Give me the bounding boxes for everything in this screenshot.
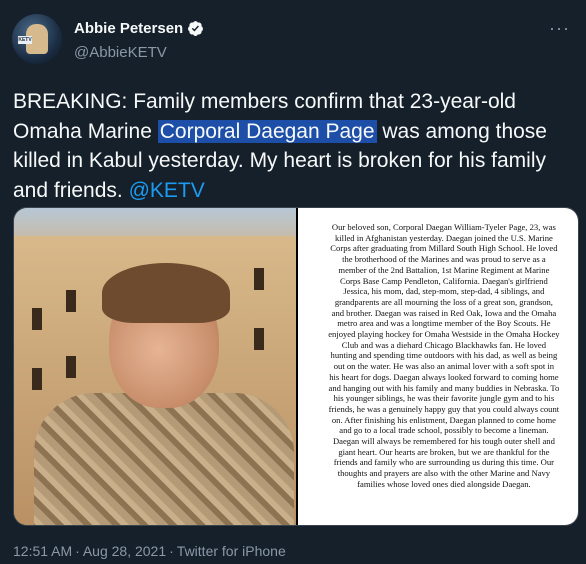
tweet-meta: 12:51 AM · Aug 28, 2021 · Twitter for iPhone (13, 543, 286, 559)
mention-link[interactable]: @KETV (129, 179, 205, 202)
photo-window (32, 308, 42, 330)
tweet-source[interactable]: Twitter for iPhone (177, 543, 286, 559)
more-dots-icon[interactable]: ··· (549, 18, 570, 39)
photo-window (66, 356, 76, 378)
photo-window (32, 368, 42, 390)
photo-hair (102, 263, 230, 323)
photo-uniform (34, 393, 294, 525)
highlighted-text: Corporal Daegan Page (157, 119, 377, 143)
author-handle[interactable]: @AbbieKETV (74, 44, 167, 61)
author-name-row: Abbie Petersen (74, 20, 204, 37)
tweet-text: BREAKING: Family members confirm that 23… (13, 87, 578, 205)
media-grid: Our beloved son, Corporal Daegan William… (13, 207, 579, 526)
tweet-date[interactable]: Aug 28, 2021 (83, 543, 166, 559)
meta-separator: · (169, 543, 174, 559)
verified-badge-icon (188, 21, 204, 36)
marine-photo[interactable] (14, 208, 296, 525)
photo-window (254, 268, 264, 290)
tweet-header: KETV Abbie Petersen @AbbieKETV ··· (12, 14, 574, 68)
photo-window (254, 328, 264, 350)
tweet-time[interactable]: 12:51 AM (13, 543, 72, 559)
statement-text: Our beloved son, Corporal Daegan William… (328, 222, 560, 489)
family-statement-image[interactable]: Our beloved son, Corporal Daegan William… (297, 208, 578, 525)
avatar-logo: KETV (18, 36, 32, 44)
photo-window (66, 290, 76, 312)
meta-separator: · (75, 543, 80, 559)
avatar[interactable]: KETV (12, 14, 62, 64)
author-name[interactable]: Abbie Petersen (74, 20, 183, 37)
